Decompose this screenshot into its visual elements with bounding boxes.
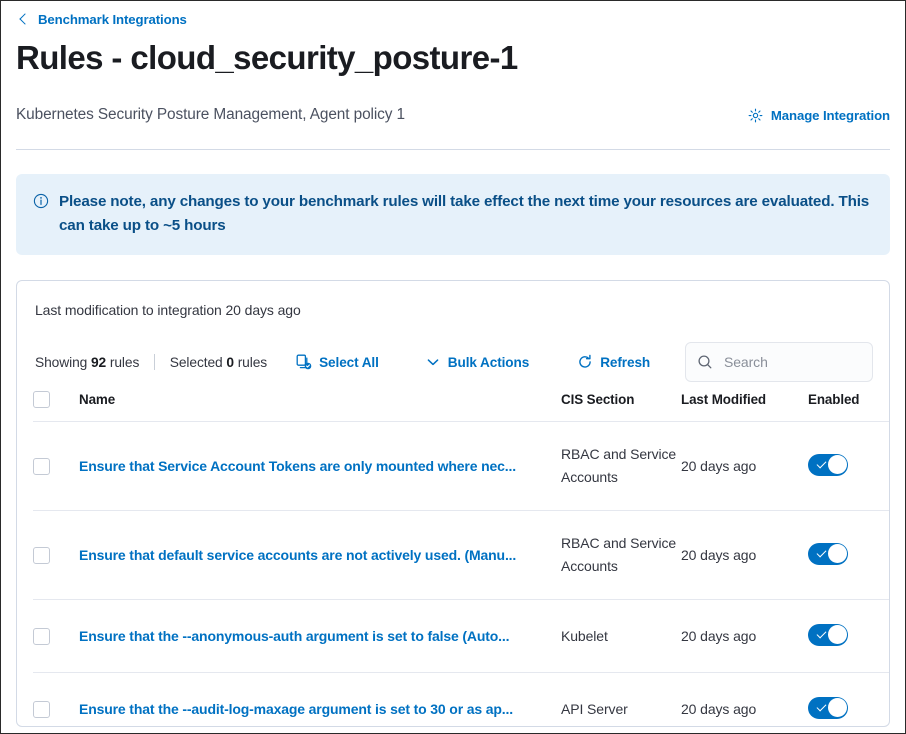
table-row: Ensure that default service accounts are… xyxy=(33,511,890,600)
rule-name-link[interactable]: Ensure that Service Account Tokens are o… xyxy=(79,458,561,474)
rule-cis-section: Kubelet xyxy=(561,600,681,673)
gear-icon xyxy=(748,108,763,123)
rule-last-modified: 20 days ago xyxy=(681,422,808,511)
rule-name-cell: Ensure that default service accounts are… xyxy=(79,511,561,600)
select-all-label: Select All xyxy=(319,355,379,370)
column-header-cis-section[interactable]: CIS Section xyxy=(561,391,681,422)
rules-count-summary: Showing 92 rules Selected 0 rules xyxy=(35,354,267,370)
check-icon xyxy=(817,547,827,557)
manage-integration-label: Manage Integration xyxy=(771,108,890,123)
info-callout-text: Please note, any changes to your benchma… xyxy=(59,190,873,238)
rule-enabled-cell xyxy=(808,511,890,600)
rule-enabled-toggle[interactable] xyxy=(808,624,848,646)
showing-suffix: rules xyxy=(110,355,139,370)
rules-table: Name CIS Section Last Modified Enabled E… xyxy=(33,391,890,727)
info-callout: Please note, any changes to your benchma… xyxy=(16,174,890,255)
rule-enabled-cell xyxy=(808,673,890,728)
row-checkbox-cell xyxy=(33,600,79,673)
rules-toolbar: Showing 92 rules Selected 0 rules xyxy=(33,342,873,382)
copy-check-icon xyxy=(296,354,312,370)
toggle-knob xyxy=(828,698,847,717)
rules-table-body: Ensure that Service Account Tokens are o… xyxy=(33,422,890,728)
select-all-button[interactable]: Select All xyxy=(296,354,379,370)
check-icon xyxy=(817,458,827,468)
check-icon xyxy=(817,628,827,638)
page-subtitle: Kubernetes Security Posture Management, … xyxy=(16,106,405,124)
rules-panel: Last modification to integration 20 days… xyxy=(16,280,890,727)
rule-cis-section: RBAC and Service Accounts xyxy=(561,422,681,511)
rule-cis-section: RBAC and Service Accounts xyxy=(561,511,681,600)
rule-last-modified: 20 days ago xyxy=(681,673,808,728)
refresh-label: Refresh xyxy=(600,355,650,370)
chevron-left-icon xyxy=(16,12,30,26)
rule-name-link[interactable]: Ensure that the --audit-log-maxage argum… xyxy=(79,701,561,717)
rule-enabled-toggle[interactable] xyxy=(808,697,848,719)
page-body: Benchmark Integrations Rules - cloud_sec… xyxy=(1,1,905,727)
selected-count: 0 xyxy=(226,355,234,370)
selected-suffix: rules xyxy=(238,355,267,370)
bulk-actions-label: Bulk Actions xyxy=(448,355,529,370)
showing-prefix: Showing xyxy=(35,355,87,370)
table-header-row: Name CIS Section Last Modified Enabled xyxy=(33,391,890,422)
info-circle-icon xyxy=(33,193,49,209)
rule-enabled-cell xyxy=(808,422,890,511)
toggle-knob xyxy=(828,455,847,474)
rule-last-modified: 20 days ago xyxy=(681,600,808,673)
search-box[interactable] xyxy=(685,342,873,382)
rule-last-modified: 20 days ago xyxy=(681,511,808,600)
showing-count: 92 xyxy=(91,355,106,370)
refresh-button[interactable]: Refresh xyxy=(577,354,650,370)
table-row: Ensure that the --anonymous-auth argumen… xyxy=(33,600,890,673)
rule-enabled-toggle[interactable] xyxy=(808,543,848,565)
rule-name-link[interactable]: Ensure that the --anonymous-auth argumen… xyxy=(79,628,561,644)
selected-prefix: Selected xyxy=(170,355,223,370)
chevron-down-icon xyxy=(425,354,441,370)
row-checkbox[interactable] xyxy=(33,547,50,564)
bulk-actions-button[interactable]: Bulk Actions xyxy=(425,354,529,370)
table-row: Ensure that Service Account Tokens are o… xyxy=(33,422,890,511)
toggle-knob xyxy=(828,625,847,644)
rule-name-link[interactable]: Ensure that default service accounts are… xyxy=(79,547,561,563)
header-divider xyxy=(16,149,890,150)
app-window: Benchmark Integrations Rules - cloud_sec… xyxy=(0,0,906,734)
rule-name-cell: Ensure that Service Account Tokens are o… xyxy=(79,422,561,511)
toolbar-separator xyxy=(154,354,155,370)
rules-table-head: Name CIS Section Last Modified Enabled xyxy=(33,391,890,422)
rule-cis-section: API Server xyxy=(561,673,681,728)
subtitle-row: Kubernetes Security Posture Management, … xyxy=(16,104,890,126)
breadcrumb[interactable]: Benchmark Integrations xyxy=(16,1,890,29)
rule-name-cell: Ensure that the --audit-log-maxage argum… xyxy=(79,673,561,728)
rule-enabled-cell xyxy=(808,600,890,673)
refresh-icon xyxy=(577,354,593,370)
row-checkbox[interactable] xyxy=(33,458,50,475)
row-checkbox[interactable] xyxy=(33,701,50,718)
select-all-checkbox-cell xyxy=(33,391,79,422)
select-all-checkbox[interactable] xyxy=(33,391,50,408)
column-header-name[interactable]: Name xyxy=(79,391,561,422)
manage-integration-button[interactable]: Manage Integration xyxy=(748,108,890,123)
breadcrumb-link-benchmark-integrations[interactable]: Benchmark Integrations xyxy=(38,12,187,27)
search-icon xyxy=(697,354,713,370)
page-title: Rules - cloud_security_posture-1 xyxy=(16,38,890,78)
row-checkbox-cell xyxy=(33,422,79,511)
row-checkbox[interactable] xyxy=(33,628,50,645)
column-header-enabled[interactable]: Enabled xyxy=(808,391,890,422)
row-checkbox-cell xyxy=(33,673,79,728)
toggle-knob xyxy=(828,544,847,563)
search-input[interactable] xyxy=(722,353,861,371)
column-header-last-modified[interactable]: Last Modified xyxy=(681,391,808,422)
table-row: Ensure that the --audit-log-maxage argum… xyxy=(33,673,890,728)
last-modification-text: Last modification to integration 20 days… xyxy=(33,296,873,318)
row-checkbox-cell xyxy=(33,511,79,600)
rule-name-cell: Ensure that the --anonymous-auth argumen… xyxy=(79,600,561,673)
check-icon xyxy=(817,701,827,711)
rule-enabled-toggle[interactable] xyxy=(808,454,848,476)
